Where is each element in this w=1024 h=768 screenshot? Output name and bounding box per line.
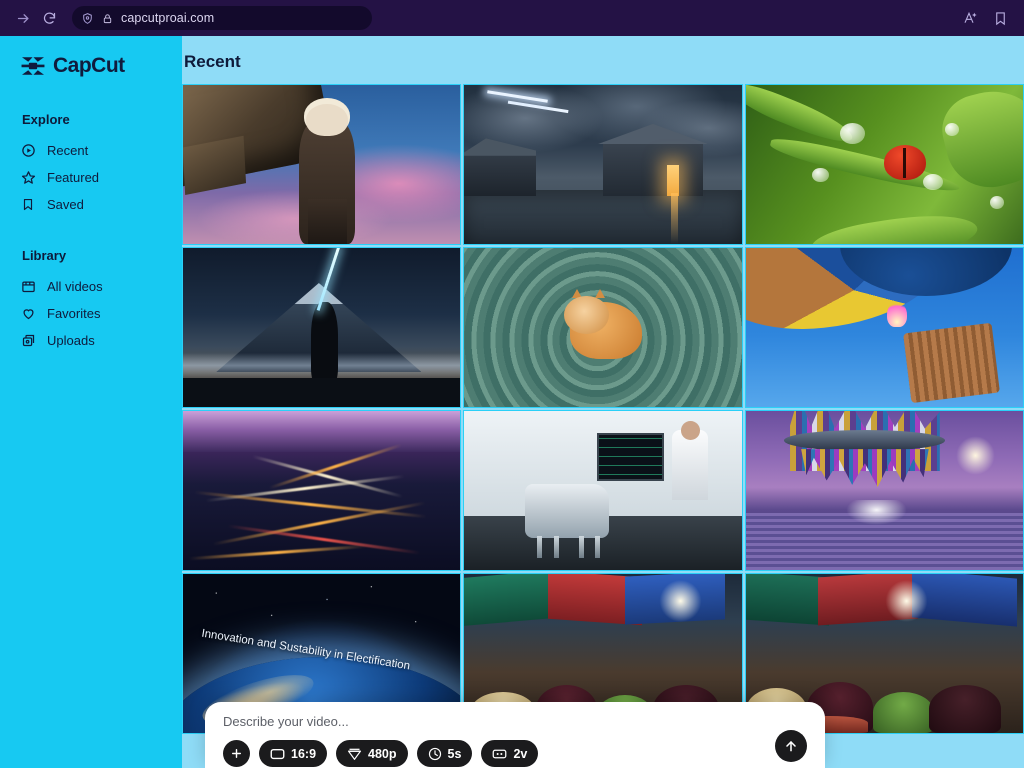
sidebar-section-explore-title: Explore [22,112,70,127]
bookmark-icon[interactable] [993,11,1008,26]
sidebar-item-label: Saved [47,196,84,212]
sidebar-item-featured[interactable]: Featured [20,164,182,190]
variations-chip[interactable]: 2v [481,740,539,767]
video-tile-hot-air-balloon-burner[interactable] [744,247,1024,408]
upload-icon [20,332,36,348]
video-tile-ginger-cat-in-water[interactable] [463,247,743,408]
sidebar: CapCut Explore Recent Featured Saved Lib… [0,36,182,768]
video-tile-floating-city-over-ocean[interactable] [744,410,1024,571]
video-tile-ladybug-on-dewy-grass[interactable] [744,84,1024,245]
url-text: capcutproai.com [121,11,215,25]
tile-artwork [745,248,1023,407]
brand-name: CapCut [53,54,125,77]
sidebar-item-saved[interactable]: Saved [20,191,182,217]
star-icon [20,169,36,185]
read-aloud-icon[interactable] [963,10,979,26]
video-tile-highway-interchange-light-trails[interactable] [182,410,462,571]
main-content: Recent Innovation and Sustability in Ele… [182,36,1024,768]
sidebar-item-all-videos[interactable]: All videos [20,273,182,299]
sidebar-item-label: All videos [47,278,103,294]
prompt-options: 16:9 480p 5s 2v [223,740,811,767]
film-icon [492,748,507,760]
aspect-ratio-label: 16:9 [291,746,317,761]
video-grid-icon [20,278,36,294]
tile-artwork [464,85,742,244]
plus-icon [230,747,243,760]
quality-gem-icon [347,747,362,761]
variations-label: 2v [513,746,528,761]
aspect-ratio-icon [270,748,285,760]
sidebar-item-label: Recent [47,142,89,158]
add-attachment-button[interactable] [223,740,250,767]
sidebar-item-label: Favorites [47,305,101,321]
sidebar-item-label: Featured [47,169,100,185]
sidebar-section-library-title: Library [22,248,67,263]
prompt-input[interactable]: Describe your video... [223,714,811,729]
page-title: Recent [184,52,241,71]
tile-artwork [183,411,461,570]
tile-artwork [464,411,742,570]
shield-icon [81,12,94,25]
browser-actions [963,10,1014,26]
video-grid: Innovation and Sustability in Electifica… [182,84,1024,734]
arrow-up-icon [783,738,799,754]
tile-artwork [183,248,461,407]
video-tile-stormy-night-barn-lightning[interactable] [463,84,743,245]
play-circle-icon [20,142,36,158]
tile-artwork [183,85,461,244]
tile-artwork [464,248,742,407]
aspect-ratio-chip[interactable]: 16:9 [259,740,328,767]
sidebar-item-recent[interactable]: Recent [20,137,182,163]
capcut-mark-icon [20,55,46,77]
sidebar-item-uploads[interactable]: Uploads [20,327,182,353]
forward-arrow-icon[interactable] [10,5,36,31]
send-button[interactable] [775,730,807,762]
tile-artwork [745,85,1023,244]
video-tile-anime-warrior-floating-ship[interactable] [182,84,462,245]
clock-icon [428,747,442,761]
address-bar[interactable]: capcutproai.com [72,6,372,30]
app-window: CapCut Explore Recent Featured Saved Lib… [0,36,1024,768]
tile-artwork [745,411,1023,570]
refresh-icon[interactable] [36,5,62,31]
video-tile-robot-dog-laboratory[interactable] [463,410,743,571]
heart-icon [20,305,36,321]
browser-toolbar: capcutproai.com [0,0,1024,36]
duration-label: 5s [447,746,462,761]
brand-logo[interactable]: CapCut [20,54,182,78]
sidebar-item-favorites[interactable]: Favorites [20,300,182,326]
video-tile-samurai-mount-fuji-dusk[interactable] [182,247,462,408]
prompt-composer[interactable]: Describe your video... 16:9 480p 5s 2v [205,702,825,768]
duration-chip[interactable]: 5s [416,740,473,767]
resolution-label: 480p [368,746,397,761]
bookmark-icon [20,196,36,212]
sidebar-item-label: Uploads [47,332,95,348]
resolution-chip[interactable]: 480p [336,740,408,767]
lock-icon [102,12,113,25]
